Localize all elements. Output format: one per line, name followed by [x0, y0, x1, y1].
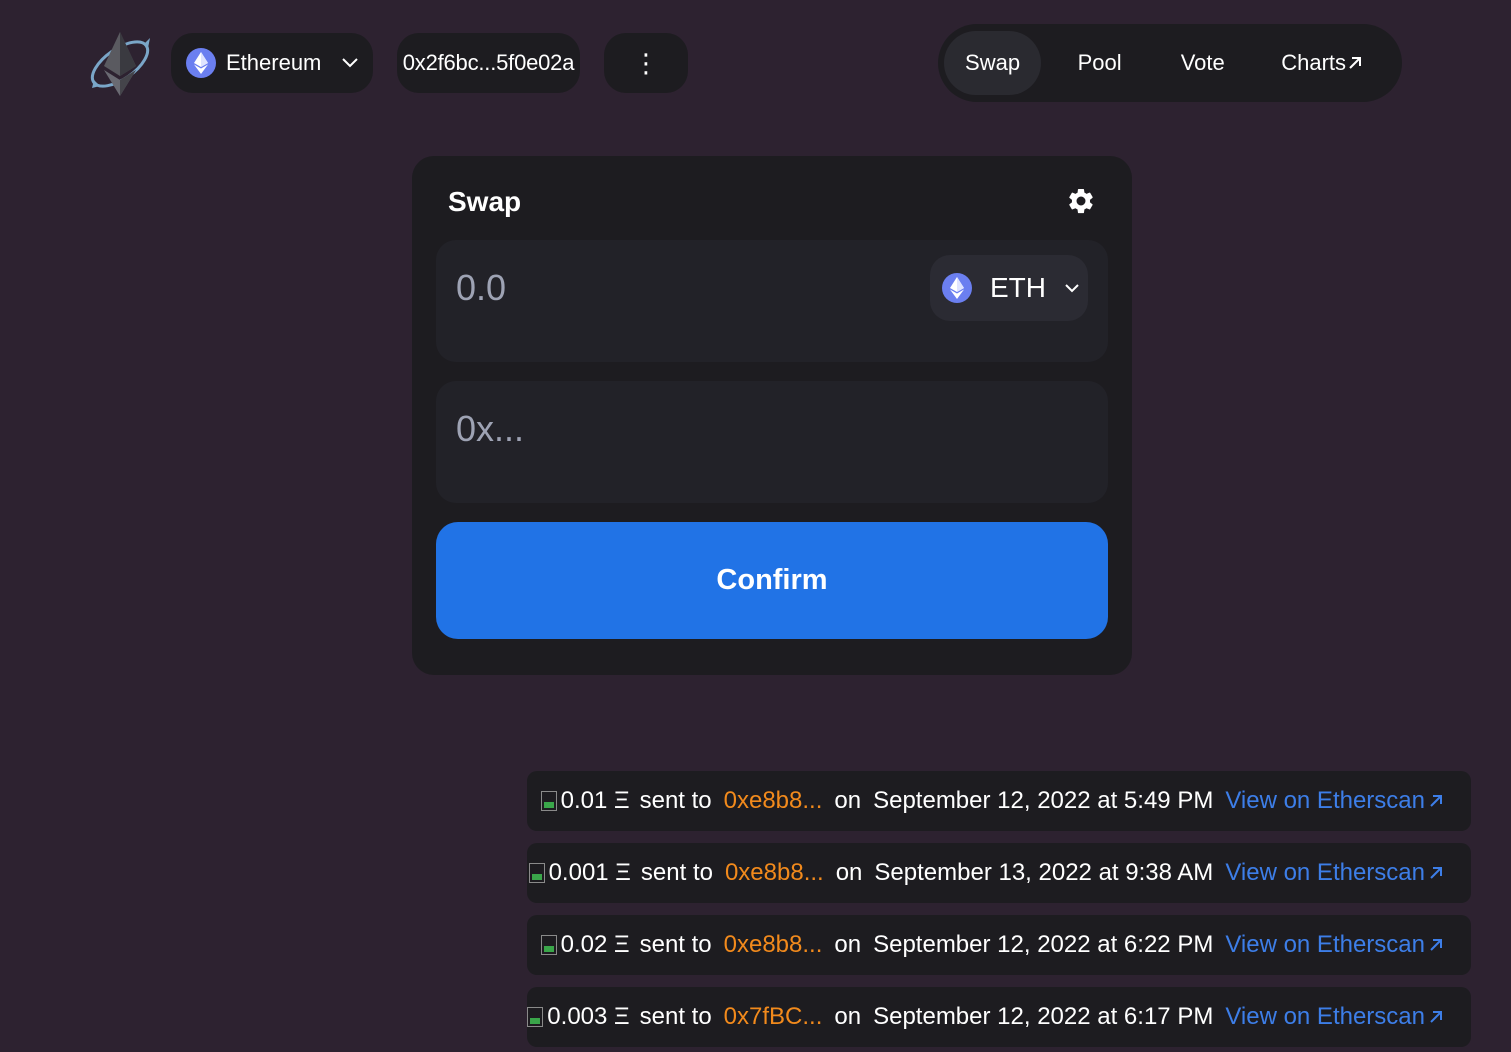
token-selector[interactable]: ETH: [930, 255, 1088, 321]
tx-date: September 12, 2022 at 6:17 PM: [873, 1003, 1214, 1030]
etherscan-link-label: View on Etherscan: [1225, 1003, 1425, 1030]
app-logo[interactable]: [82, 26, 158, 102]
transaction-row: 0.01 Ξ sent to 0xe8b8... on September 12…: [527, 771, 1471, 831]
external-arrow-icon: [1430, 867, 1442, 879]
broken-image-icon: [527, 1007, 544, 1027]
tx-on-label: on: [835, 859, 863, 886]
chevron-down-icon: [1065, 284, 1079, 293]
tx-recipient-address[interactable]: 0xe8b8...: [725, 859, 824, 887]
ethereum-icon: [942, 273, 972, 303]
more-menu-button[interactable]: ⋮: [604, 33, 688, 93]
confirm-button[interactable]: Confirm: [436, 522, 1108, 639]
nav-swap[interactable]: Swap: [944, 31, 1042, 95]
tx-recipient-address[interactable]: 0x7fBC...: [724, 1003, 823, 1031]
tx-date: September 12, 2022 at 5:49 PM: [873, 787, 1214, 814]
external-arrow-icon: [1349, 57, 1362, 69]
tx-sent-to-label: sent to: [639, 787, 712, 814]
tx-on-label: on: [834, 787, 862, 814]
app-root: Ethereum 0x2f6bc...5f0e02a ⋮ Swap Pool V…: [0, 0, 1511, 1052]
etherscan-link-label: View on Etherscan: [1225, 787, 1425, 814]
view-on-etherscan-link[interactable]: View on Etherscan: [1225, 931, 1443, 959]
nav-pool-label: Pool: [1077, 50, 1122, 75]
tx-date: September 13, 2022 at 9:38 AM: [874, 859, 1214, 886]
ethereum-icon: [186, 48, 216, 78]
tx-on-label: on: [834, 931, 862, 958]
transaction-row: 0.003 Ξ sent to 0x7fBC... on September 1…: [527, 987, 1471, 1047]
swap-card: Swap ETH Confirm: [412, 156, 1132, 675]
tx-amount: 0.003 Ξ: [547, 1003, 630, 1030]
nav-pool[interactable]: Pool: [1041, 31, 1158, 95]
nav-swap-label: Swap: [965, 50, 1021, 75]
tx-amount: 0.001 Ξ: [548, 859, 631, 886]
tx-recipient-address[interactable]: 0xe8b8...: [724, 931, 823, 959]
nav-charts-label: Charts: [1281, 50, 1347, 75]
broken-image-icon: [528, 863, 545, 883]
external-arrow-icon: [1430, 939, 1442, 951]
etherscan-link-label: View on Etherscan: [1225, 859, 1425, 886]
tx-recipient-address[interactable]: 0xe8b8...: [724, 787, 823, 815]
nav-charts[interactable]: Charts: [1247, 31, 1396, 95]
tx-amount: 0.02 Ξ: [560, 931, 630, 958]
tx-sent-to-label: sent to: [639, 931, 712, 958]
tx-sent-to-label: sent to: [640, 859, 713, 886]
amount-field: ETH: [436, 240, 1108, 362]
broken-image-icon: [540, 791, 557, 811]
tx-amount: 0.01 Ξ: [560, 787, 630, 814]
account-address: 0x2f6bc...5f0e02a: [402, 50, 575, 75]
account-address-button[interactable]: 0x2f6bc...5f0e02a: [397, 33, 580, 93]
etherscan-link-label: View on Etherscan: [1225, 931, 1425, 958]
network-label: Ethereum: [226, 50, 322, 75]
network-selector[interactable]: Ethereum: [171, 33, 373, 93]
main-nav: Swap Pool Vote Charts: [938, 24, 1402, 102]
transaction-row: 0.001 Ξ sent to 0xe8b8... on September 1…: [527, 843, 1471, 903]
recipient-address-input[interactable]: [456, 405, 1076, 453]
amount-input[interactable]: [456, 264, 916, 312]
vertical-dots-icon: ⋮: [633, 47, 659, 78]
view-on-etherscan-link[interactable]: View on Etherscan: [1225, 1003, 1443, 1031]
view-on-etherscan-link[interactable]: View on Etherscan: [1225, 787, 1443, 815]
external-arrow-icon: [1430, 1011, 1442, 1023]
nav-vote-label: Vote: [1180, 50, 1225, 75]
broken-image-icon: [540, 935, 557, 955]
external-arrow-icon: [1430, 795, 1442, 807]
swap-card-title: Swap: [448, 186, 522, 217]
recipient-field: [436, 381, 1108, 503]
tx-sent-to-label: sent to: [639, 1003, 712, 1030]
transaction-row: 0.02 Ξ sent to 0xe8b8... on September 12…: [527, 915, 1471, 975]
tx-on-label: on: [834, 1003, 862, 1030]
token-symbol: ETH: [990, 272, 1046, 303]
tx-date: September 12, 2022 at 6:22 PM: [873, 931, 1214, 958]
view-on-etherscan-link[interactable]: View on Etherscan: [1225, 859, 1443, 887]
chevron-down-icon: [341, 57, 359, 69]
nav-vote[interactable]: Vote: [1158, 31, 1247, 95]
gear-icon[interactable]: [1066, 186, 1096, 216]
